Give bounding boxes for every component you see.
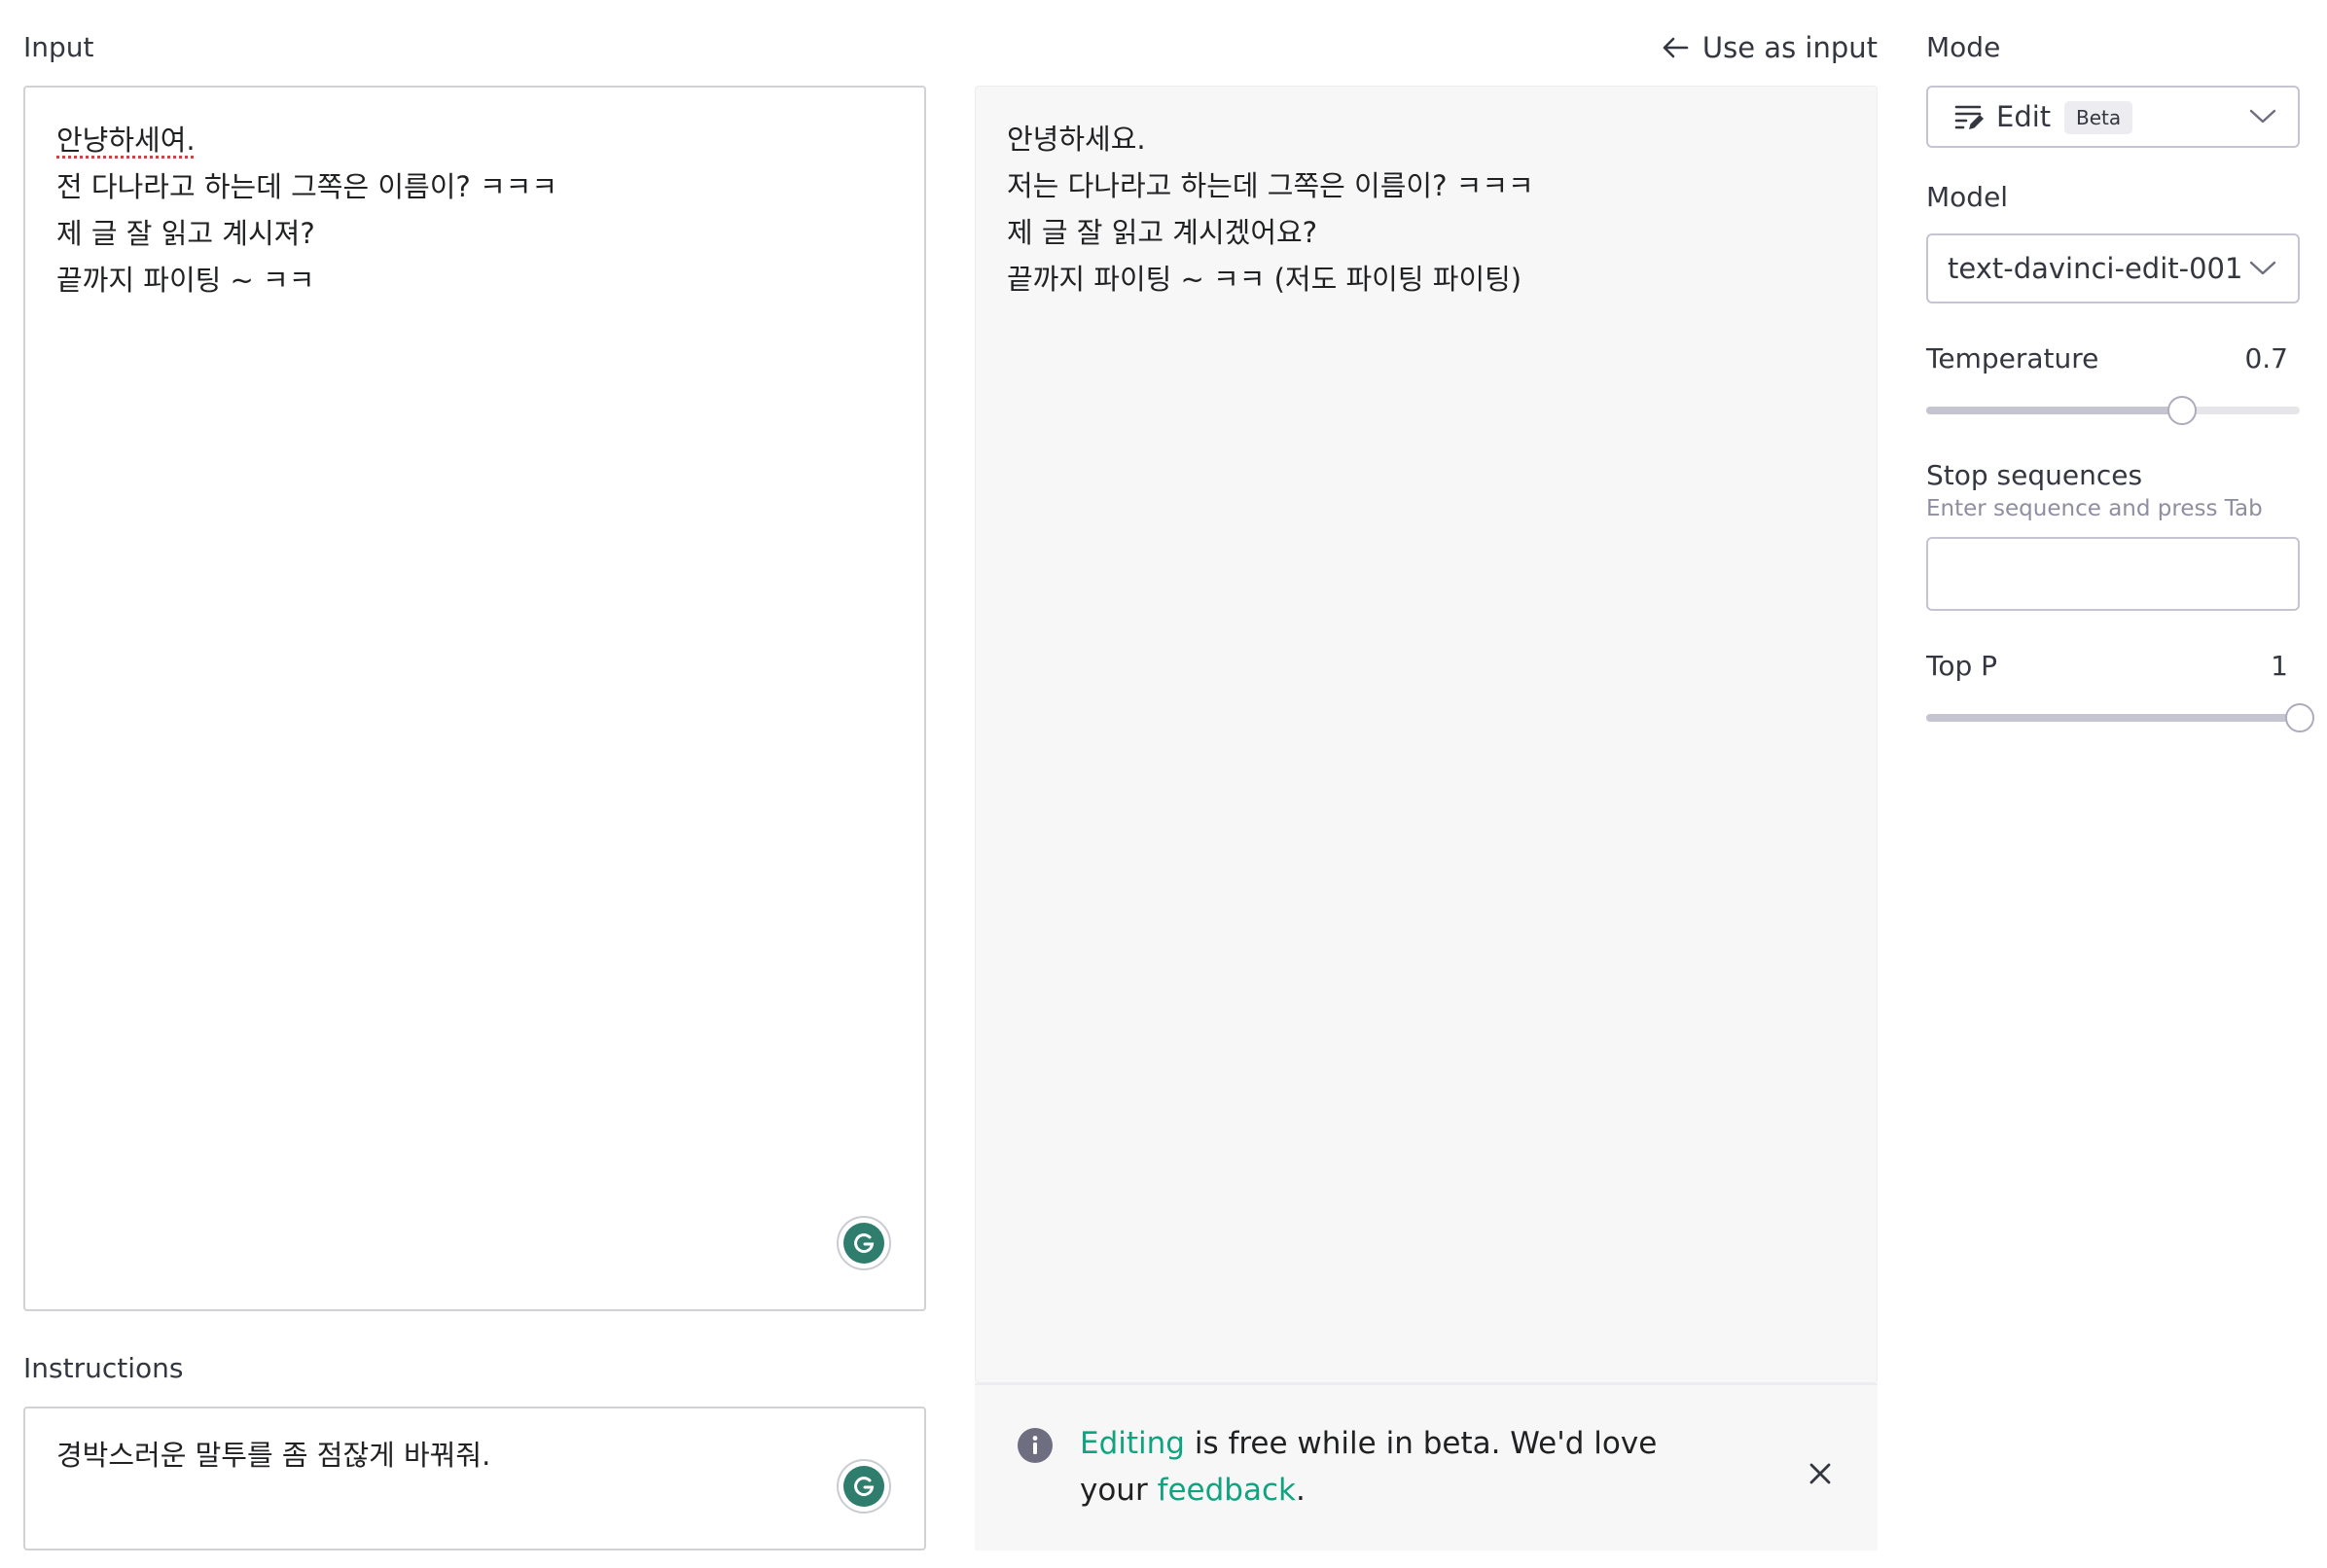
input-line-2: 전 다나라고 하는데 그쪽은 이름이? ㅋㅋㅋ	[56, 170, 558, 203]
editing-link[interactable]: Editing	[1080, 1426, 1185, 1461]
temperature-value: 0.7	[2244, 342, 2288, 374]
use-as-input-button[interactable]: Use as input	[1662, 31, 1878, 64]
beta-info-banner: Editing is free while in beta. We'd love…	[975, 1383, 1878, 1550]
chevron-down-icon	[2249, 109, 2276, 124]
info-icon	[1018, 1428, 1053, 1463]
use-as-input-label: Use as input	[1701, 31, 1878, 64]
mode-label: Mode	[1926, 31, 2001, 63]
temperature-label: Temperature	[1926, 342, 2099, 374]
edit-mode-icon	[1954, 105, 1984, 129]
mode-value: Edit	[1996, 100, 2052, 133]
temperature-slider-fill	[1926, 407, 2183, 414]
arrow-left-icon	[1663, 37, 1689, 58]
grammarly-icon[interactable]	[837, 1459, 891, 1514]
top-p-slider[interactable]	[1926, 703, 2314, 732]
output-line-1: 안녕하세요.	[1007, 123, 1146, 156]
output-line-2: 저는 다나라고 하는데 그쪽은 이름이? ㅋㅋㅋ	[1007, 169, 1534, 202]
input-line-4: 끝까지 파이팅 ~ ㅋㅋ	[56, 264, 315, 297]
banner-text-end: .	[1295, 1473, 1306, 1508]
feedback-link[interactable]: feedback	[1158, 1473, 1296, 1508]
temperature-slider-thumb[interactable]	[2167, 396, 2198, 425]
model-label: Model	[1926, 181, 2009, 213]
model-select[interactable]: text-davinci-edit-001	[1926, 233, 2300, 303]
chevron-down-icon	[2249, 261, 2276, 275]
instructions-text: 경박스러운 말투를 좀 점잖게 바꿔줘.	[56, 1439, 491, 1472]
top-p-slider-thumb[interactable]	[2285, 703, 2314, 732]
model-value: text-davinci-edit-001	[1948, 252, 2243, 285]
input-textarea[interactable]: 안냥하세여. 전 다나라고 하는데 그쪽은 이름이? ㅋㅋㅋ 제 글 잘 읽고 …	[23, 86, 926, 1311]
output-panel: 안녕하세요. 저는 다나라고 하는데 그쪽은 이름이? ㅋㅋㅋ 제 글 잘 읽고…	[975, 86, 1878, 1383]
top-p-slider-fill	[1926, 714, 2300, 722]
input-label: Input	[23, 31, 94, 63]
input-line-3: 제 글 잘 읽고 계시져?	[56, 217, 315, 250]
banner-text: Editing is free while in beta. We'd love…	[1080, 1420, 1702, 1514]
instructions-textarea[interactable]: 경박스러운 말투를 좀 점잖게 바꿔줘.	[23, 1407, 926, 1550]
close-icon[interactable]	[1806, 1459, 1835, 1488]
input-line-1: 안냥하세여.	[56, 124, 196, 157]
output-text: 안녕하세요. 저는 다나라고 하는데 그쪽은 이름이? ㅋㅋㅋ 제 글 잘 읽고…	[1007, 116, 1534, 303]
output-line-4: 끝까지 파이팅 ~ ㅋㅋ (저도 파이팅 파이팅)	[1007, 263, 1522, 296]
top-p-label: Top P	[1926, 650, 1998, 682]
temperature-slider[interactable]	[1926, 396, 2300, 425]
input-text: 안냥하세여. 전 다나라고 하는데 그쪽은 이름이? ㅋㅋㅋ 제 글 잘 읽고 …	[56, 117, 557, 303]
output-line-3: 제 글 잘 읽고 계시겠어요?	[1007, 216, 1318, 249]
grammarly-icon[interactable]	[837, 1216, 891, 1270]
top-p-value: 1	[2271, 650, 2288, 682]
stop-sequences-label: Stop sequences	[1926, 459, 2143, 491]
beta-badge: Beta	[2064, 101, 2133, 134]
mode-select[interactable]: Edit Beta	[1926, 86, 2300, 148]
instructions-label: Instructions	[23, 1352, 184, 1384]
stop-sequences-input[interactable]	[1926, 537, 2300, 611]
stop-sequences-hint: Enter sequence and press Tab	[1926, 496, 2263, 521]
